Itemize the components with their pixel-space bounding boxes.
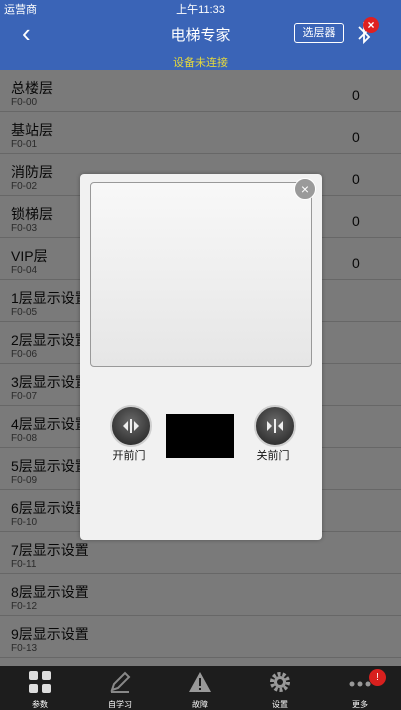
connection-status: 设备未连接: [173, 57, 228, 69]
tab-label: 设置: [272, 700, 288, 709]
floor-selector-button[interactable]: 选层器: [294, 23, 344, 43]
tab-bar: 参数 自学习 故障 设置 更多: [0, 666, 401, 710]
more-dots-icon: [349, 681, 371, 687]
open-door-button[interactable]: [110, 405, 152, 447]
tab-more[interactable]: 更多: [320, 666, 400, 710]
tab-faults[interactable]: 故障: [160, 666, 240, 710]
close-icon[interactable]: ×: [294, 178, 316, 200]
pencil-icon: [110, 671, 131, 693]
tab-label: 更多: [352, 700, 368, 709]
floor-display: [166, 414, 234, 458]
warning-icon: [189, 672, 211, 692]
tab-settings[interactable]: 设置: [240, 666, 320, 710]
gear-icon: [270, 672, 290, 692]
close-door-arrows-icon: [267, 419, 283, 433]
open-door-label: 开前门: [112, 450, 146, 462]
close-door-label: 关前门: [256, 450, 290, 462]
tab-self-learning[interactable]: 自学习: [80, 666, 160, 710]
close-door-button[interactable]: [254, 405, 296, 447]
error-x-icon: ×: [363, 17, 379, 33]
nav-bar: ‹ 电梯专家 设备未连接 选层器 ×: [0, 16, 401, 70]
dialog-screen-panel: [90, 182, 312, 367]
more-badge: !: [369, 669, 386, 686]
door-control-dialog: × 开前门 关前门: [80, 174, 322, 540]
tab-label: 参数: [32, 700, 48, 709]
clock: 上午11:33: [176, 4, 225, 16]
status-bar: 运营商 上午11:33: [0, 0, 401, 16]
open-door-arrows-icon: [123, 419, 139, 433]
tab-label: 自学习: [108, 700, 132, 709]
tab-label: 故障: [192, 700, 208, 709]
tab-params[interactable]: 参数: [0, 666, 80, 710]
grid-icon: [29, 671, 51, 693]
